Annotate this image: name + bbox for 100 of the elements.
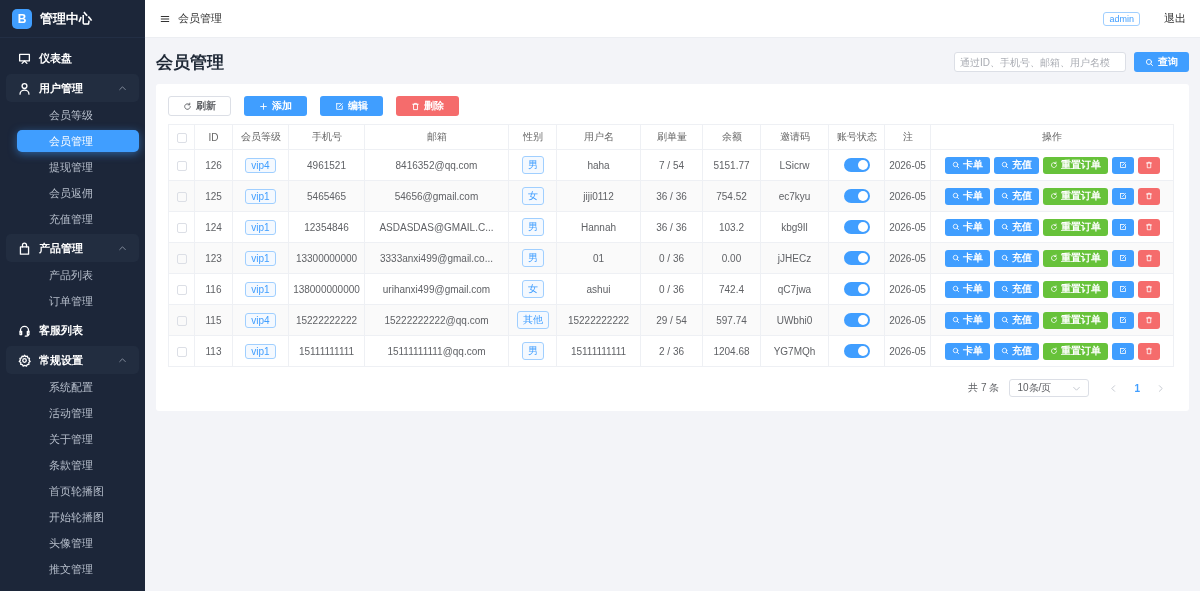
action-button[interactable]: 卡单 bbox=[944, 249, 990, 267]
sidebar-subitem[interactable]: 开始轮播图 bbox=[17, 506, 139, 528]
table-cell: 36 / 36 bbox=[640, 211, 703, 243]
page-number[interactable]: 1 bbox=[1134, 382, 1140, 394]
checkbox[interactable] bbox=[176, 160, 187, 171]
action-button[interactable]: 卡单 bbox=[944, 280, 990, 298]
sidebar-group[interactable]: 产品管理 bbox=[6, 234, 139, 262]
sidebar-subitem[interactable]: 系统配置 bbox=[17, 376, 139, 398]
action-button[interactable]: 重置订单 bbox=[1042, 280, 1108, 298]
page-size-select[interactable]: 10条/页 bbox=[1009, 379, 1090, 397]
table-cell: YG7MQh bbox=[760, 335, 829, 367]
delete-button[interactable]: 删除 bbox=[396, 96, 459, 116]
edit-button[interactable] bbox=[1111, 342, 1134, 360]
action-button[interactable]: 充值 bbox=[993, 218, 1039, 236]
edit-button[interactable] bbox=[1111, 311, 1134, 329]
action-button[interactable]: 重置订单 bbox=[1042, 249, 1108, 267]
checkbox[interactable] bbox=[176, 284, 187, 295]
action-button[interactable]: 卡单 bbox=[944, 187, 990, 205]
action-button[interactable]: 卡单 bbox=[944, 311, 990, 329]
checkbox[interactable] bbox=[176, 346, 187, 357]
refresh-icon bbox=[1049, 192, 1058, 200]
sidebar-subitem[interactable]: 首页轮播图 bbox=[17, 480, 139, 502]
search-icon bbox=[951, 223, 960, 231]
edit-button[interactable] bbox=[1111, 218, 1134, 236]
status-toggle[interactable] bbox=[843, 313, 870, 327]
logout-link[interactable]: 退出 bbox=[1164, 11, 1186, 26]
status-toggle[interactable] bbox=[843, 158, 870, 172]
action-button[interactable]: 重置订单 bbox=[1042, 187, 1108, 205]
add-button[interactable]: 添加 bbox=[244, 96, 307, 116]
delete-button[interactable] bbox=[1137, 218, 1160, 236]
table-cell: 2 / 36 bbox=[640, 335, 703, 367]
sidebar-subitem[interactable]: 头像管理 bbox=[17, 532, 139, 554]
checkbox[interactable] bbox=[176, 253, 187, 264]
action-button[interactable]: 充值 bbox=[993, 280, 1039, 298]
table-cell: 126 bbox=[194, 149, 233, 181]
action-button[interactable]: 充值 bbox=[993, 249, 1039, 267]
table-cell: 138000000000 bbox=[288, 273, 365, 305]
status-toggle[interactable] bbox=[843, 189, 870, 203]
refresh-icon bbox=[1049, 254, 1058, 262]
delete-button[interactable] bbox=[1137, 342, 1160, 360]
table-cell: urihanxi499@gmail.com bbox=[364, 273, 509, 305]
delete-button[interactable] bbox=[1137, 156, 1160, 174]
action-button[interactable]: 卡单 bbox=[944, 342, 990, 360]
status-toggle[interactable] bbox=[843, 251, 870, 265]
sidebar-subitem[interactable]: 活动管理 bbox=[17, 402, 139, 424]
logo: B bbox=[12, 8, 32, 29]
action-button[interactable]: 重置订单 bbox=[1042, 156, 1108, 174]
sidebar-subitem[interactable]: 充值管理 bbox=[17, 208, 139, 230]
edit-button[interactable] bbox=[1111, 280, 1134, 298]
status-toggle[interactable] bbox=[843, 344, 870, 358]
edit-button[interactable] bbox=[1111, 249, 1134, 267]
status-toggle[interactable] bbox=[843, 282, 870, 296]
edit-button[interactable]: 编辑 bbox=[320, 96, 383, 116]
level-tag: vip1 bbox=[245, 281, 276, 297]
action-button[interactable]: 充值 bbox=[993, 311, 1039, 329]
action-button[interactable]: 卡单 bbox=[944, 156, 990, 174]
sidebar-subitem[interactable]: 会员返佣 bbox=[17, 182, 139, 204]
action-button[interactable]: 充值 bbox=[993, 342, 1039, 360]
action-button[interactable]: 充值 bbox=[993, 187, 1039, 205]
gender-tag: 男 bbox=[521, 156, 544, 174]
sidebar-subitem[interactable]: 条款管理 bbox=[17, 454, 139, 476]
action-button[interactable]: 重置订单 bbox=[1042, 218, 1108, 236]
level-tag: vip4 bbox=[245, 157, 276, 173]
sidebar-subitem[interactable]: 产品列表 bbox=[17, 264, 139, 286]
refresh-button[interactable]: 刷新 bbox=[168, 96, 231, 116]
edit-icon bbox=[1118, 254, 1127, 262]
sidebar-subitem[interactable]: 关于管理 bbox=[17, 428, 139, 450]
search-button[interactable]: 查询 bbox=[1134, 52, 1189, 72]
sidebar-subitem[interactable]: 会员等级 bbox=[17, 104, 139, 126]
delete-button[interactable] bbox=[1137, 280, 1160, 298]
delete-button[interactable] bbox=[1137, 187, 1160, 205]
action-button[interactable]: 卡单 bbox=[944, 218, 990, 236]
sidebar-subitem[interactable]: 提现管理 bbox=[17, 156, 139, 178]
sidebar-subitem[interactable]: 订单管理 bbox=[17, 290, 139, 312]
sidebar-item[interactable]: 客服列表 bbox=[6, 316, 139, 344]
edit-icon bbox=[1118, 223, 1127, 231]
delete-button[interactable] bbox=[1137, 249, 1160, 267]
sidebar-group[interactable]: 用户管理 bbox=[6, 74, 139, 102]
trash-icon bbox=[1144, 161, 1153, 169]
action-button[interactable]: 重置订单 bbox=[1042, 311, 1108, 329]
action-button[interactable]: 重置订单 bbox=[1042, 342, 1108, 360]
table-cell: ec7kyu bbox=[760, 180, 829, 212]
sidebar-subitem[interactable]: 会员管理 bbox=[17, 130, 139, 152]
sidebar-item[interactable]: 仪表盘 bbox=[6, 44, 139, 72]
status-toggle[interactable] bbox=[843, 220, 870, 234]
action-button[interactable]: 充值 bbox=[993, 156, 1039, 174]
sidebar-group[interactable]: 常规设置 bbox=[6, 346, 139, 374]
sidebar-subitem[interactable]: 推文管理 bbox=[17, 558, 139, 580]
delete-button[interactable] bbox=[1137, 311, 1160, 329]
table-cell: 01 bbox=[556, 242, 641, 274]
search-field[interactable]: 通过ID、手机号、邮箱、用户名模 bbox=[954, 52, 1126, 72]
checkbox[interactable] bbox=[176, 222, 187, 233]
edit-button[interactable] bbox=[1111, 156, 1134, 174]
column-header: 邀请码 bbox=[760, 124, 829, 150]
edit-icon bbox=[1118, 316, 1127, 324]
search-icon bbox=[1000, 254, 1009, 262]
checkbox[interactable] bbox=[176, 315, 187, 326]
checkbox[interactable] bbox=[176, 132, 187, 143]
checkbox[interactable] bbox=[176, 191, 187, 202]
edit-button[interactable] bbox=[1111, 187, 1134, 205]
